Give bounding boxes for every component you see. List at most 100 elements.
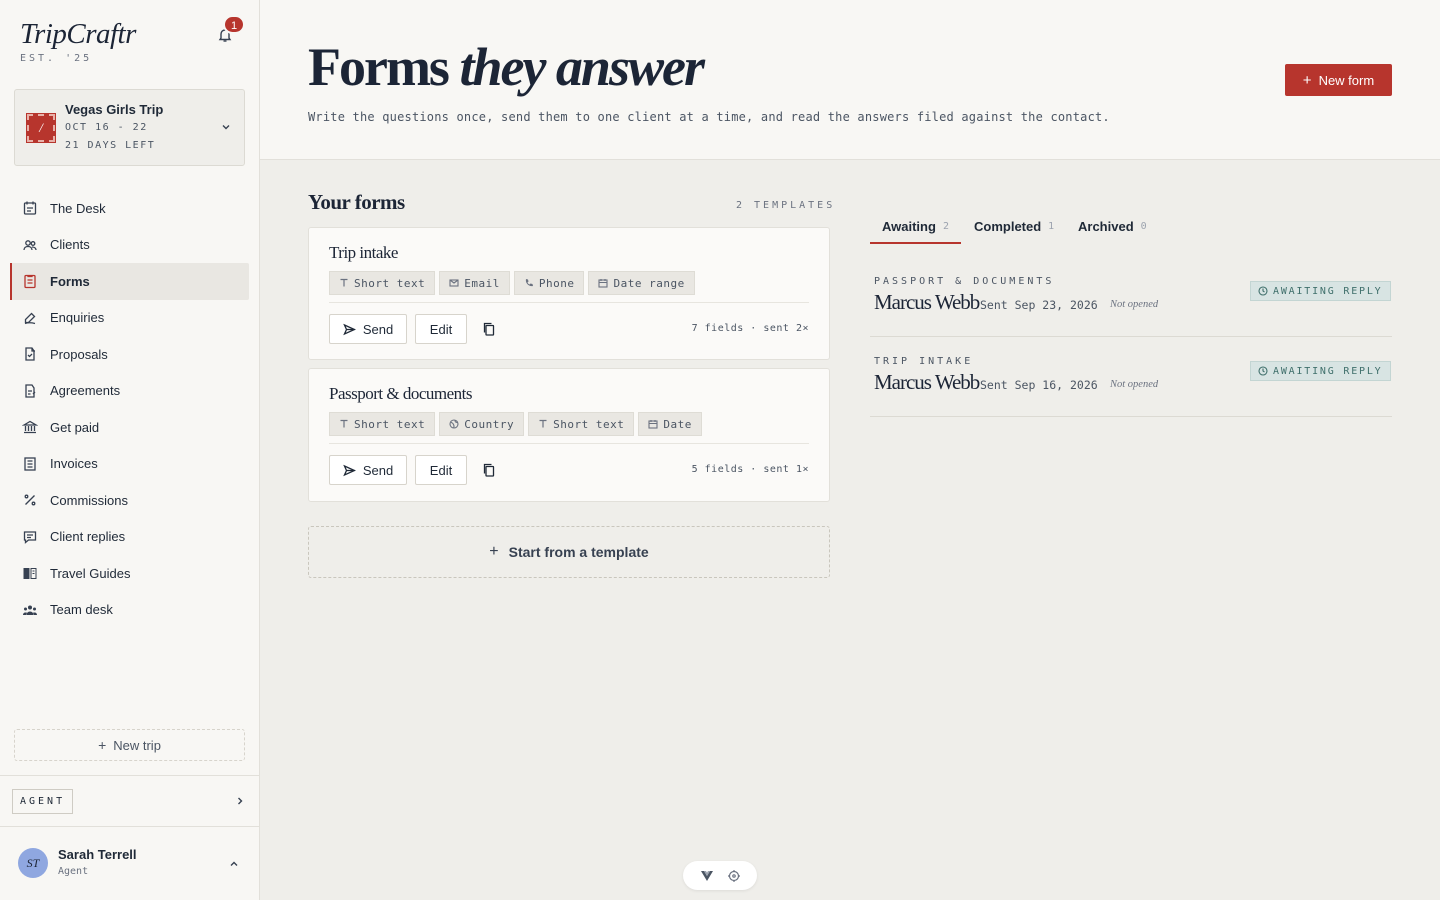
templates-count: 2 TEMPLATES — [736, 200, 836, 211]
new-trip-button[interactable]: + New trip — [14, 729, 245, 761]
nav-label: Travel Guides — [50, 565, 131, 581]
new-trip-label: New trip — [113, 737, 161, 753]
response-form-name: PASSPORT & DOCUMENTS — [874, 276, 1055, 287]
calendar-icon — [598, 279, 609, 288]
email-icon — [449, 279, 459, 287]
edit-button[interactable]: Edit — [415, 455, 467, 485]
chevron-right-icon[interactable] — [234, 795, 246, 807]
brand[interactable]: TripCraftr EST. '25 — [20, 18, 136, 64]
enquiries-icon — [24, 312, 36, 324]
nav-label: Client replies — [50, 529, 126, 545]
crosshair-icon[interactable] — [727, 869, 741, 883]
field-chips: Short text Email Phone Date range — [329, 271, 695, 295]
response-client-name: Marcus Webb — [874, 290, 980, 314]
plus-icon: + — [1302, 71, 1312, 89]
tab-completed[interactable]: Completed 1 — [962, 208, 1066, 244]
nav-item-agreements[interactable]: Agreements — [10, 373, 249, 410]
nav-item-get-paid[interactable]: Get paid — [10, 409, 249, 446]
field-chip: Date — [638, 412, 702, 436]
divider — [0, 775, 259, 776]
nav-label: Agreements — [50, 383, 121, 399]
start-from-template-button[interactable]: + Start from a template — [308, 526, 830, 578]
page-subtitle: Write the questions once, send them to o… — [308, 110, 1110, 124]
nav-label: Clients — [50, 237, 90, 253]
form-card: Passport & documents Short text Country … — [308, 368, 830, 502]
send-button[interactable]: Send — [329, 314, 407, 344]
send-button[interactable]: Send — [329, 455, 407, 485]
invoice-icon — [24, 457, 36, 471]
nav-label: Commissions — [50, 492, 129, 508]
template-label: Start from a template — [508, 544, 649, 560]
status-badge: AWAITING REPLY — [1250, 281, 1391, 301]
response-sent-date: Sent Sep 16, 2026 — [980, 378, 1098, 392]
tab-awaiting[interactable]: Awaiting 2 — [870, 208, 961, 244]
divider — [0, 826, 259, 827]
tab-count: 2 — [942, 220, 949, 232]
copy-icon[interactable] — [481, 462, 497, 478]
sidebar: TripCraftr EST. '25 1 / Vegas Girls Trip… — [0, 0, 260, 900]
nav-label: Invoices — [50, 456, 98, 472]
agent-role-pill[interactable]: AGENT — [12, 789, 74, 814]
field-chip: Country — [439, 412, 525, 436]
response-row[interactable]: TRIP INTAKE Marcus Webb Sent Sep 16, 202… — [870, 337, 1392, 417]
phone-icon — [525, 279, 533, 287]
nav-item-enquiries[interactable]: Enquiries — [10, 300, 249, 337]
nav-item-clients[interactable]: Clients — [10, 227, 249, 264]
tab-archived[interactable]: Archived 0 — [1066, 208, 1159, 244]
text-icon — [340, 419, 348, 428]
message-icon — [23, 531, 37, 544]
trip-days-left: 21 DAYS LEFT — [65, 140, 156, 151]
nav-item-the-desk[interactable]: The Desk — [10, 190, 249, 227]
divider — [329, 302, 809, 303]
user-name: Sarah Terrell — [58, 847, 137, 862]
nav-item-team-desk[interactable]: Team desk — [10, 592, 249, 629]
text-icon — [340, 278, 348, 287]
calendar-icon — [648, 420, 658, 429]
nav-item-proposals[interactable]: Proposals — [10, 336, 249, 373]
form-name[interactable]: Trip intake — [329, 243, 398, 263]
chevron-down-icon — [222, 125, 230, 130]
field-chip: Email — [439, 271, 510, 295]
send-icon — [343, 323, 356, 335]
plus-icon: + — [489, 543, 499, 560]
nav-item-travel-guides[interactable]: Travel Guides — [10, 555, 249, 592]
status-badge: AWAITING REPLY — [1250, 361, 1391, 381]
user-role: Agent — [58, 866, 89, 877]
field-chips: Short text Country Short text Date — [329, 412, 702, 436]
chevron-up-icon[interactable] — [228, 858, 240, 870]
brand-logo: TripCraftr — [20, 18, 136, 50]
page-header: Forms they answer Write the questions on… — [260, 0, 1440, 160]
nav-label: Proposals — [50, 346, 108, 362]
edit-button[interactable]: Edit — [415, 314, 467, 344]
response-client-name: Marcus Webb — [874, 370, 980, 394]
dev-toolbar — [683, 861, 757, 890]
new-form-button[interactable]: + New form — [1285, 64, 1392, 96]
nav-item-forms[interactable]: Forms — [10, 263, 249, 300]
nav-label: The Desk — [50, 200, 106, 216]
response-open-state: Not opened — [1110, 299, 1159, 310]
response-open-state: Not opened — [1110, 379, 1159, 390]
nav-item-commissions[interactable]: Commissions — [10, 482, 249, 519]
nav-item-client-replies[interactable]: Client replies — [10, 519, 249, 556]
avatar[interactable]: ST — [18, 848, 48, 878]
trip-stamp: / — [26, 113, 56, 143]
new-form-label: New form — [1318, 72, 1375, 88]
vue-logo-icon[interactable] — [700, 869, 714, 883]
response-form-name: TRIP INTAKE — [874, 356, 974, 367]
notification-badge: 1 — [223, 15, 245, 34]
field-chip: Short text — [329, 271, 436, 295]
title-italic: they answer — [459, 37, 705, 97]
form-meta: 7 fields · sent 2× — [691, 323, 809, 334]
response-row[interactable]: PASSPORT & DOCUMENTS Marcus Webb Sent Se… — [870, 257, 1392, 337]
form-name[interactable]: Passport & documents — [329, 384, 473, 404]
nav-item-invoices[interactable]: Invoices — [10, 446, 249, 483]
trip-selector[interactable]: / Vegas Girls Trip OCT 16 - 22 21 DAYS L… — [14, 89, 245, 166]
plus-icon: + — [98, 737, 107, 753]
field-chip: Phone — [513, 271, 585, 295]
divider — [329, 443, 809, 444]
brand-est: EST. '25 — [20, 53, 93, 64]
nav-label: Enquiries — [50, 310, 105, 326]
tab-count: 0 — [1140, 220, 1147, 232]
copy-icon[interactable] — [481, 321, 497, 337]
bank-icon — [22, 420, 38, 434]
